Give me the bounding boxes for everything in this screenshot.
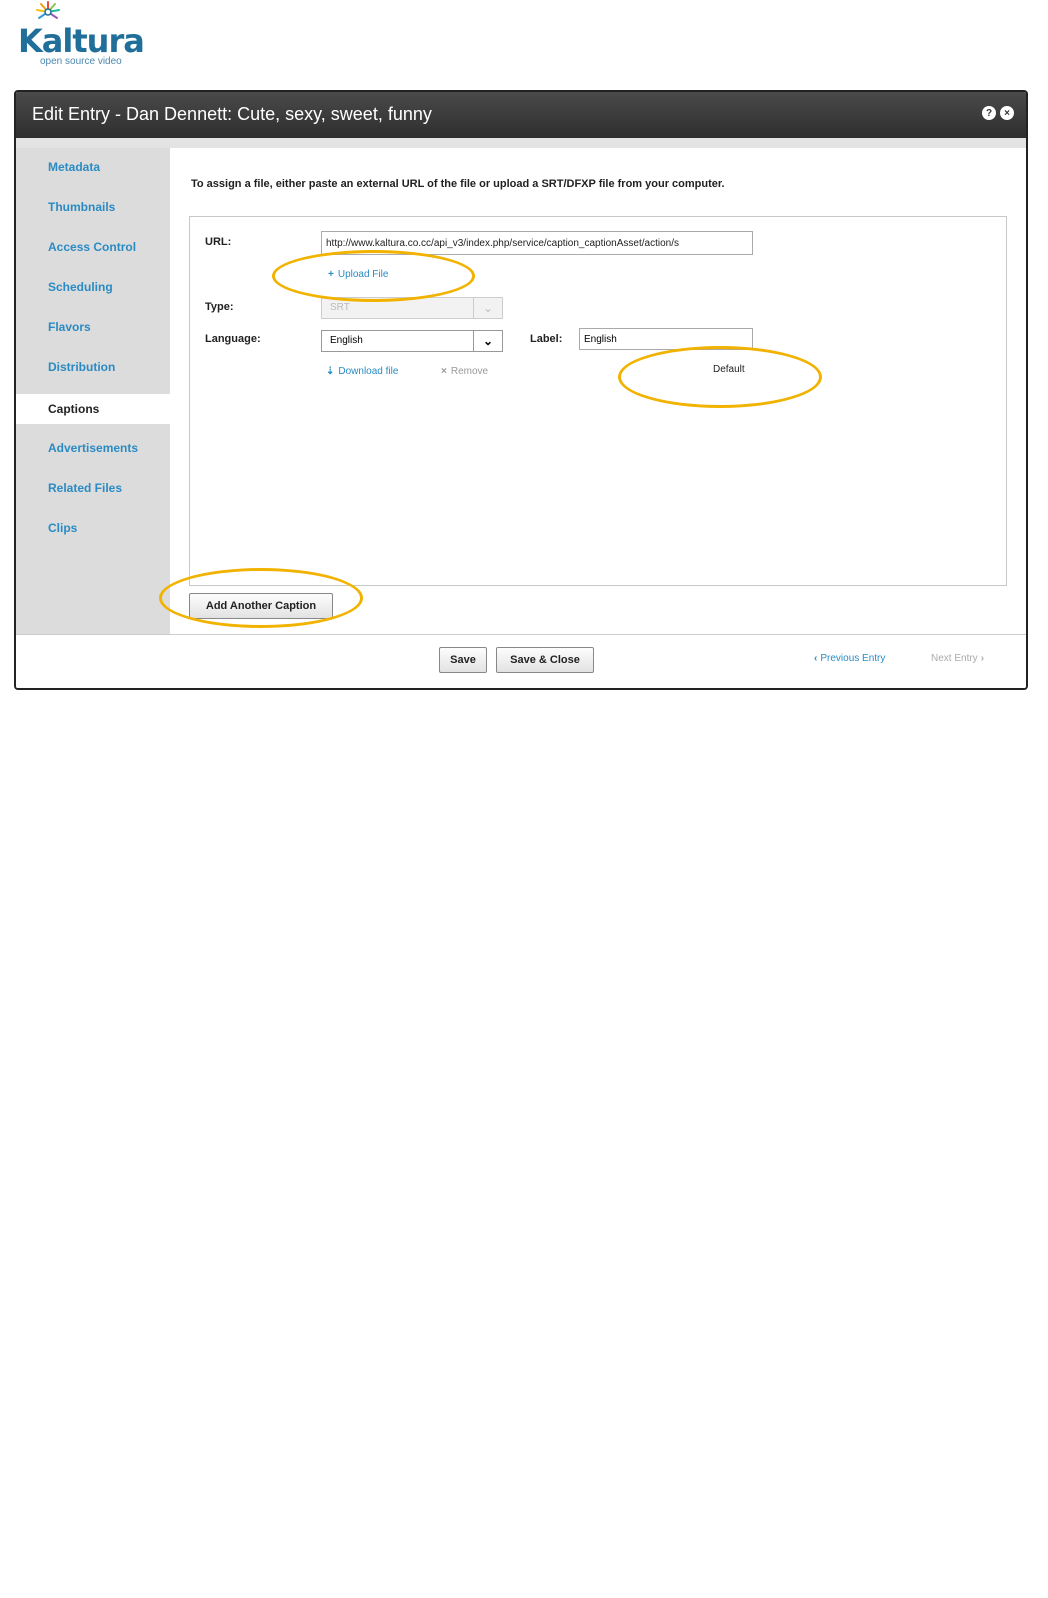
sidebar-item-distribution[interactable]: Distribution (16, 352, 170, 382)
type-select: SRT ⌄ (321, 297, 503, 319)
plus-icon: + (328, 269, 334, 280)
save-button[interactable]: Save (439, 647, 487, 673)
default-text: Default (713, 364, 745, 375)
captions-panel: To assign a file, either paste an extern… (170, 148, 1026, 634)
language-select-value: English (330, 335, 363, 346)
download-icon: ⇣ (326, 366, 335, 377)
language-select[interactable]: English ⌄ (321, 330, 503, 352)
caption-item: URL: +Upload File Type: SRT ⌄ Language: … (189, 216, 1007, 586)
sidebar-item-access-control[interactable]: Access Control (16, 232, 170, 262)
previous-entry-link[interactable]: ‹ Previous Entry (814, 653, 885, 664)
url-input[interactable] (321, 231, 753, 255)
sidebar-item-captions[interactable]: Captions (16, 394, 170, 424)
url-label: URL: (205, 236, 232, 248)
sidebar-item-scheduling[interactable]: Scheduling (16, 272, 170, 302)
save-close-button[interactable]: Save & Close (496, 647, 594, 673)
remove-link[interactable]: × Remove (441, 366, 488, 377)
sidebar-item-clips[interactable]: Clips (16, 513, 170, 543)
type-select-value: SRT (330, 302, 350, 313)
titlebar-controls: ? × (982, 106, 1014, 120)
remove-label: Remove (450, 366, 489, 377)
dialog-titlebar: Edit Entry - Dan Dennett: Cute, sexy, sw… (16, 92, 1026, 138)
logo-wordmark: Kaltura (18, 22, 145, 60)
x-icon: × (441, 366, 447, 377)
chevron-down-icon[interactable]: ⌄ (473, 331, 502, 351)
add-another-caption-button[interactable]: Add Another Caption (189, 593, 333, 619)
edit-entry-dialog: Edit Entry - Dan Dennett: Cute, sexy, sw… (14, 90, 1028, 690)
chevron-left-icon: ‹ (814, 653, 818, 664)
logo-tagline: open source video (40, 56, 122, 67)
kaltura-logo: Kaltura open source video (18, 0, 158, 70)
sidebar-nav: Metadata Thumbnails Access Control Sched… (16, 148, 170, 634)
dialog-title: Edit Entry - Dan Dennett: Cute, sexy, sw… (32, 104, 432, 124)
sidebar-item-related-files[interactable]: Related Files (16, 473, 170, 503)
help-icon[interactable]: ? (982, 106, 996, 120)
close-icon[interactable]: × (1000, 106, 1014, 120)
download-file-link[interactable]: ⇣ Download file (326, 366, 398, 377)
download-file-label: Download file (338, 366, 399, 377)
next-entry-link[interactable]: Next Entry › (931, 653, 984, 664)
label-label: Label: (530, 333, 563, 345)
language-label: Language: (205, 333, 261, 345)
next-entry-label: Next Entry (931, 653, 978, 664)
chevron-down-icon: ⌄ (473, 298, 502, 318)
previous-entry-label: Previous Entry (820, 653, 886, 664)
captions-instruction: To assign a file, either paste an extern… (191, 178, 725, 190)
upload-file-link[interactable]: + Upload File (328, 269, 388, 280)
dialog-divider (16, 138, 1026, 148)
sidebar-item-advertisements[interactable]: Advertisements (16, 433, 170, 463)
sidebar-item-flavors[interactable]: Flavors (16, 312, 170, 342)
sidebar-item-thumbnails[interactable]: Thumbnails (16, 192, 170, 222)
logo-burst-icon (36, 1, 60, 19)
upload-file-label: Upload File (337, 269, 389, 280)
label-input[interactable] (579, 328, 753, 350)
chevron-right-icon: › (980, 653, 985, 664)
dialog-footer: Save Save & Close ‹ Previous Entry Next E… (16, 634, 1026, 688)
sidebar-item-metadata[interactable]: Metadata (16, 152, 170, 182)
type-label: Type: (205, 301, 234, 313)
